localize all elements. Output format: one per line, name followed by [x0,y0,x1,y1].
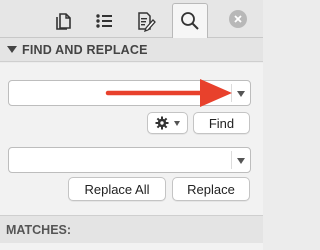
tab-document-pages[interactable] [46,4,82,38]
close-button[interactable] [229,10,247,28]
find-combo[interactable] [8,80,251,106]
list-icon [96,14,112,28]
search-options-button[interactable] [147,112,188,134]
replace-button[interactable]: Replace [172,177,250,201]
matches-list [0,243,263,250]
find-button-label: Find [208,115,235,131]
find-replace-title: FIND AND REPLACE [22,42,148,57]
matches-title: MATCHES: [6,222,72,237]
find-button[interactable]: Find [193,112,250,134]
replace-all-button[interactable]: Replace All [68,177,166,201]
edit-document-icon [138,12,156,32]
gear-icon [155,116,169,130]
tab-search[interactable] [172,3,208,39]
tab-edit[interactable] [127,4,163,38]
search-icon [181,12,199,30]
options-dropdown-arrow-icon [174,120,180,126]
matches-header[interactable]: MATCHES: [0,215,263,243]
document-pages-icon [56,13,71,30]
toolbar [0,0,263,39]
replace-all-label: Replace All [84,181,150,197]
find-dropdown-arrow-icon[interactable] [237,91,245,97]
find-replace-header[interactable]: FIND AND REPLACE [0,38,263,62]
find-input[interactable] [9,81,230,105]
close-circle-icon [234,15,242,23]
tab-outline[interactable] [86,4,122,38]
find-replace-panel: Find Replace All Replace [0,63,263,215]
combo-divider [231,84,232,102]
replace-input[interactable] [9,148,230,172]
replace-label: Replace [187,181,235,197]
replace-combo[interactable] [8,147,251,173]
replace-dropdown-arrow-icon[interactable] [237,158,245,164]
combo-divider [231,151,232,169]
disclosure-triangle-icon [7,46,17,53]
